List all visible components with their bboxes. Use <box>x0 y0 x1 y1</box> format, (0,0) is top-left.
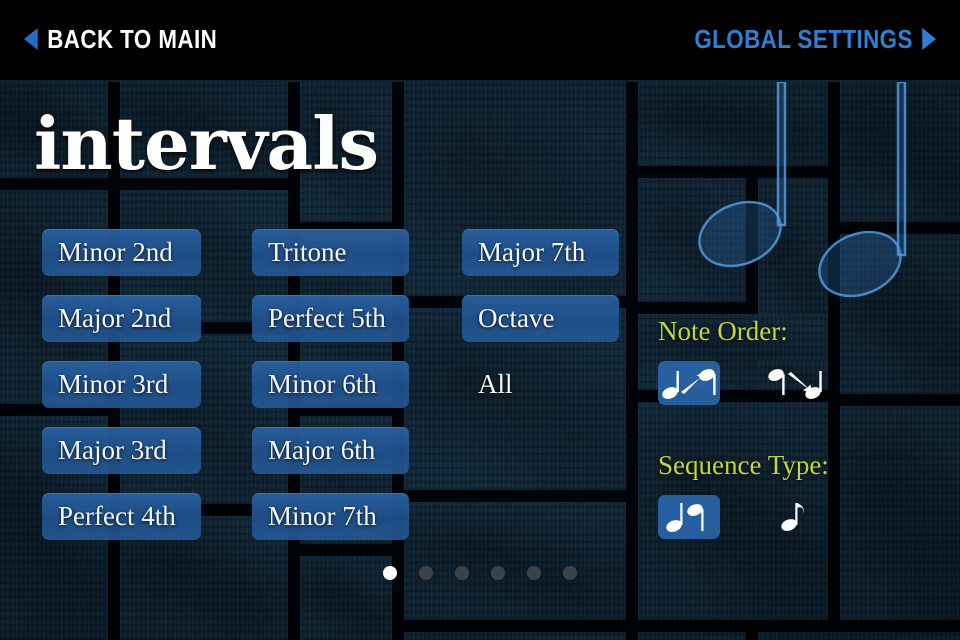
note-order-descending-option[interactable] <box>764 361 826 405</box>
page-dot-6[interactable] <box>563 566 577 580</box>
page-title: intervals <box>34 101 379 186</box>
single-note-icon <box>781 503 804 531</box>
triangle-right-icon <box>922 28 936 50</box>
top-header-bar: BACK TO MAIN GLOBAL SETTINGS <box>0 0 960 82</box>
page-dot-4[interactable] <box>491 566 505 580</box>
sequence-type-label: Sequence Type: <box>658 450 829 480</box>
page-dot-3[interactable] <box>455 566 469 580</box>
global-settings-label: GLOBAL SETTINGS <box>694 24 913 54</box>
interval-trainer-screen: BACK TO MAIN GLOBAL SETTINGS intervals M… <box>0 0 960 640</box>
back-to-main-label: BACK TO MAIN <box>47 24 218 54</box>
notes-descending-icon <box>768 369 822 399</box>
notes-ascending-icon <box>662 369 716 399</box>
back-to-main-button[interactable]: BACK TO MAIN <box>24 26 217 52</box>
interval-button-all[interactable]: All <box>462 361 619 408</box>
interval-button-major-2nd[interactable]: Major 2nd <box>42 295 201 342</box>
interval-button-perfect-5th[interactable]: Perfect 5th <box>252 295 409 342</box>
sequence-type-two-notes-option[interactable] <box>658 495 720 539</box>
interval-button-minor-2nd[interactable]: Minor 2nd <box>42 229 201 276</box>
page-dot-1[interactable] <box>383 566 397 580</box>
note-order-ascending-option[interactable] <box>658 361 720 405</box>
note-order-panel: Note Order: <box>658 316 826 405</box>
interval-button-perfect-4th[interactable]: Perfect 4th <box>42 493 201 540</box>
page-dot-2[interactable] <box>419 566 433 580</box>
interval-button-major-3rd[interactable]: Major 3rd <box>42 427 201 474</box>
interval-column-1: Minor 2nd Major 2nd Minor 3rd Major 3rd … <box>42 229 201 559</box>
page-dot-5[interactable] <box>527 566 541 580</box>
interval-column-3: Major 7th Octave All <box>462 229 619 427</box>
interval-button-major-6th[interactable]: Major 6th <box>252 427 409 474</box>
interval-button-major-7th[interactable]: Major 7th <box>462 229 619 276</box>
sequence-type-panel: Sequence Type: <box>658 450 829 539</box>
interval-button-tritone[interactable]: Tritone <box>252 229 409 276</box>
pagination-dots <box>0 566 960 580</box>
sequence-type-single-note-option[interactable] <box>764 495 826 539</box>
interval-button-minor-7th[interactable]: Minor 7th <box>252 493 409 540</box>
note-order-label: Note Order: <box>658 316 788 346</box>
global-settings-button[interactable]: GLOBAL SETTINGS <box>694 26 936 52</box>
triangle-left-icon <box>24 28 38 50</box>
interval-column-2: Tritone Perfect 5th Minor 6th Major 6th … <box>252 229 409 559</box>
interval-button-octave[interactable]: Octave <box>462 295 619 342</box>
interval-button-minor-3rd[interactable]: Minor 3rd <box>42 361 201 408</box>
interval-button-minor-6th[interactable]: Minor 6th <box>252 361 409 408</box>
two-notes-icon <box>666 503 704 532</box>
header-divider <box>0 80 960 82</box>
